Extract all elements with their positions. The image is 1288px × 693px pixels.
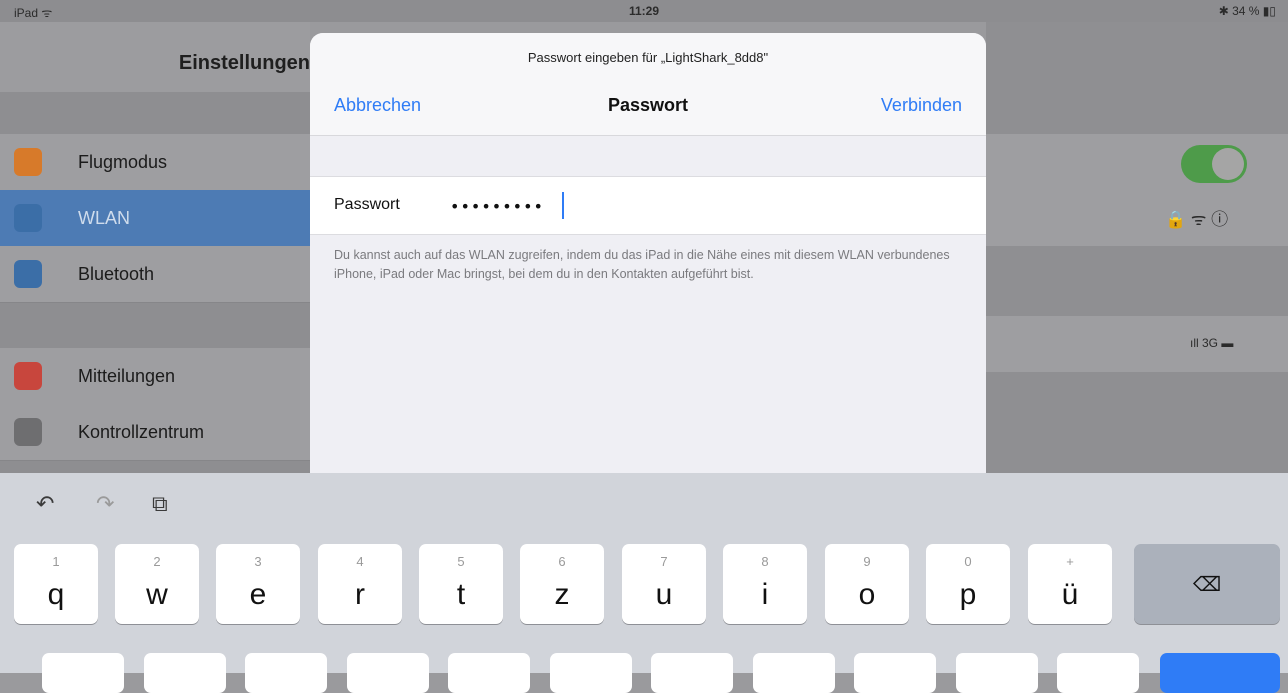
- key-u-umlaut[interactable]: + ü: [1028, 544, 1112, 624]
- password-dialog: Passwort eingeben für „LightShark_8dd8" …: [310, 33, 986, 473]
- key-number: 6: [558, 554, 566, 569]
- dialog-header: Passwort eingeben für „LightShark_8dd8" …: [310, 33, 986, 136]
- connect-button[interactable]: Verbinden: [881, 95, 962, 116]
- control-center-icon: [14, 418, 42, 446]
- sidebar-item-label: Flugmodus: [78, 152, 168, 172]
- wifi-icon: [14, 204, 42, 232]
- sidebar-item-label: Mitteilungen: [78, 366, 176, 386]
- key-letter: p: [959, 578, 977, 611]
- key-letter: r: [355, 578, 365, 611]
- key-e[interactable]: 3e: [216, 544, 300, 624]
- settings-header: Einstellungen: [0, 22, 310, 92]
- key-i[interactable]: 8i: [723, 544, 807, 624]
- wifi-settings-group: [986, 134, 1288, 246]
- key-number: 1: [52, 554, 60, 569]
- key-t[interactable]: 5t: [419, 544, 503, 624]
- sidebar-item-label: Bluetooth: [78, 264, 155, 284]
- key-letter: q: [47, 578, 65, 611]
- key-letter: o: [858, 578, 876, 611]
- sidebar-item-wlan[interactable]: WLAN: [0, 190, 310, 247]
- airplane-icon: [14, 148, 42, 176]
- clock: 11:29: [628, 4, 660, 18]
- key-number: +: [1066, 554, 1074, 569]
- key-o[interactable]: 9o: [825, 544, 909, 624]
- key-row2-a[interactable]: [42, 653, 124, 693]
- key-u[interactable]: 7u: [622, 544, 706, 624]
- password-label: Passwort: [334, 196, 400, 213]
- key-p[interactable]: 0p: [926, 544, 1010, 624]
- wifi-toggle[interactable]: [1181, 145, 1247, 183]
- detail-pane: [986, 22, 1288, 473]
- key-letter: ü: [1061, 578, 1079, 611]
- key-number: 4: [356, 554, 364, 569]
- key-row2-g[interactable]: [448, 653, 530, 693]
- key-row2-s[interactable]: [144, 653, 226, 693]
- key-row2-f[interactable]: [347, 653, 429, 693]
- key-number: 7: [660, 554, 668, 569]
- key-number: 5: [457, 554, 465, 569]
- key-number: 3: [254, 554, 262, 569]
- cellular-status: ıll 3G ▬: [1190, 336, 1234, 350]
- keyboard: ↶ ↷ ⧉ 1q 2w 3e 4r 5t 6z 7u 8i 9o 0p + ü ⌫: [0, 473, 1288, 693]
- key-letter: t: [456, 578, 466, 611]
- key-w[interactable]: 2w: [115, 544, 199, 624]
- network-status-icons: 🔒 ᯤ ⓘ: [1165, 210, 1229, 229]
- password-field[interactable]: [448, 187, 952, 225]
- sidebar-item-label: Kontrollzentrum: [78, 422, 205, 442]
- dialog-hint: Du kannst auch auf das WLAN zugreifen, i…: [334, 248, 950, 281]
- paste-icon[interactable]: ⧉: [152, 491, 168, 517]
- key-letter: e: [249, 578, 267, 611]
- sidebar-item-flugmodus[interactable]: Flugmodus: [0, 134, 310, 191]
- text-caret: [562, 192, 564, 219]
- key-row2-o-umlaut[interactable]: [956, 653, 1038, 693]
- sidebar-item-bluetooth[interactable]: Bluetooth: [0, 246, 310, 303]
- key-number: 8: [761, 554, 769, 569]
- key-letter: w: [146, 578, 168, 611]
- key-number: 2: [153, 554, 161, 569]
- sidebar-item-kontrollzentrum[interactable]: Kontrollzentrum: [0, 404, 310, 461]
- join-key[interactable]: [1160, 653, 1280, 693]
- settings-title: Einstellungen: [178, 52, 310, 74]
- battery-status: ✱ 34 % ▮▯: [1218, 4, 1276, 18]
- key-row2-a-umlaut[interactable]: [1057, 653, 1139, 693]
- key-row2-k[interactable]: [753, 653, 835, 693]
- key-letter: u: [655, 578, 673, 611]
- bluetooth-icon: [14, 260, 42, 288]
- backspace-key[interactable]: ⌫: [1134, 544, 1280, 624]
- backspace-icon: ⌫: [1192, 574, 1222, 596]
- key-row2-j[interactable]: [651, 653, 733, 693]
- status-bar: iPad ᯤ 11:29 ✱ 34 % ▮▯: [0, 0, 1288, 22]
- cellular-settings-group: [986, 316, 1288, 372]
- key-letter: i: [761, 578, 769, 611]
- sidebar-item-mitteilungen[interactable]: Mitteilungen: [0, 348, 310, 405]
- key-number: 9: [863, 554, 871, 569]
- dialog-prompt: Passwort eingeben für „LightShark_8dd8": [527, 50, 769, 65]
- key-q[interactable]: 1q: [14, 544, 98, 624]
- notifications-icon: [14, 362, 42, 390]
- key-r[interactable]: 4r: [318, 544, 402, 624]
- key-row2-d[interactable]: [245, 653, 327, 693]
- redo-icon[interactable]: ↷: [96, 491, 114, 517]
- key-row2-h[interactable]: [550, 653, 632, 693]
- undo-icon[interactable]: ↶: [36, 491, 54, 517]
- key-row2-l[interactable]: [854, 653, 936, 693]
- password-row: Passwort: [310, 176, 986, 235]
- key-z[interactable]: 6z: [520, 544, 604, 624]
- key-number: 0: [964, 554, 972, 569]
- key-letter: z: [554, 578, 570, 611]
- sidebar-item-label: WLAN: [78, 208, 131, 228]
